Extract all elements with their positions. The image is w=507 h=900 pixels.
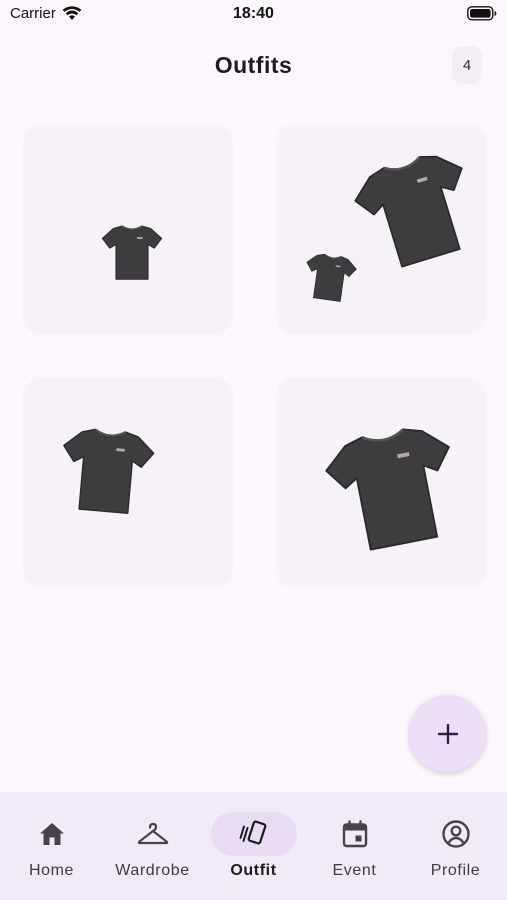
nav-icon-container <box>413 812 499 856</box>
header: Outfits 4 <box>0 40 507 92</box>
status-bar: Carrier 18:40 <box>0 0 507 30</box>
tshirt-image <box>344 137 489 282</box>
outfit-card[interactable] <box>276 124 486 334</box>
status-time: 18:40 <box>233 5 274 22</box>
home-icon <box>39 823 64 845</box>
tshirt-image <box>301 248 360 307</box>
nav-item-outfit[interactable]: Outfit <box>203 792 304 900</box>
add-outfit-button[interactable] <box>409 695 486 772</box>
nav-label-event: Event <box>332 862 377 879</box>
outfit-card[interactable] <box>23 124 233 334</box>
nav-item-profile[interactable]: Profile <box>405 792 506 900</box>
nav-label-home: Home <box>28 862 75 879</box>
bottom-nav: Home Wardrobe Outfit Event Profile <box>0 792 507 900</box>
nav-icon-container <box>110 812 196 856</box>
nav-label-outfit: Outfit <box>230 862 277 879</box>
outfit-card[interactable] <box>23 378 233 588</box>
nav-item-wardrobe[interactable]: Wardrobe <box>102 792 203 900</box>
page-title: Outfits <box>214 52 293 78</box>
tshirt-image <box>56 419 158 521</box>
nav-item-home[interactable]: Home <box>1 792 102 900</box>
profile-icon <box>441 820 470 848</box>
tshirt-image <box>101 221 163 283</box>
hanger-icon <box>137 822 168 845</box>
nav-label-wardrobe: Wardrobe <box>115 862 190 879</box>
outfit-count-badge: 4 <box>452 46 482 84</box>
outfit-cards-icon <box>239 820 266 845</box>
nav-icon-container <box>9 812 95 856</box>
nav-icon-container <box>210 812 297 856</box>
tshirt-image <box>317 411 469 563</box>
calendar-icon <box>342 820 367 848</box>
nav-item-event[interactable]: Event <box>304 792 405 900</box>
nav-icon-container <box>312 812 398 856</box>
nav-label-profile: Profile <box>430 862 481 879</box>
plus-icon <box>437 723 458 744</box>
battery-icon <box>467 6 497 26</box>
outfit-card[interactable] <box>276 378 486 588</box>
